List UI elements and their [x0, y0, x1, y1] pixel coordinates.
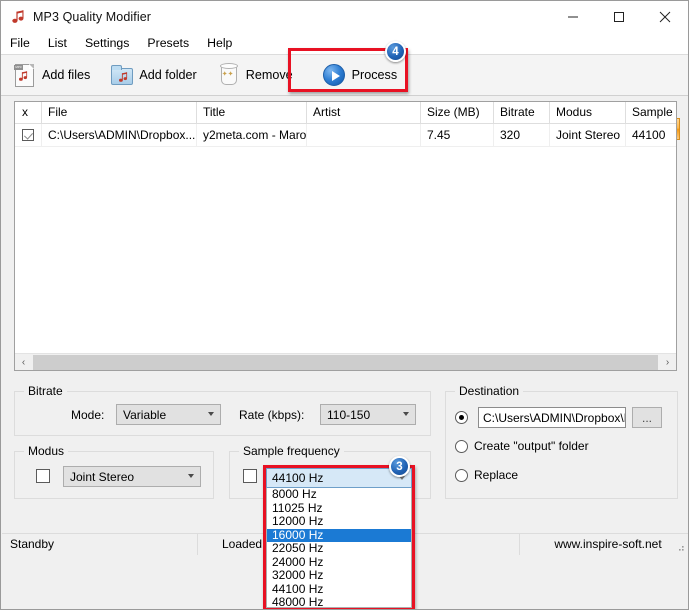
- cell-file: C:\Users\ADMIN\Dropbox...: [42, 124, 197, 146]
- status-state: Standby: [2, 533, 198, 555]
- file-list[interactable]: x File Title Artist Size (MB) Bitrate Mo…: [14, 101, 677, 371]
- destination-group: Destination C:\Users\ADMIN\Dropbox\PC ..…: [445, 384, 678, 499]
- table-row[interactable]: C:\Users\ADMIN\Dropbox... y2meta.com - M…: [15, 124, 676, 147]
- trash-icon: ✦✦: [217, 63, 239, 86]
- column-header-size[interactable]: Size (MB): [421, 102, 494, 123]
- mode-label: Mode:: [71, 408, 105, 422]
- sample-frequency-highlight-box: [263, 465, 415, 609]
- menu-item-presets[interactable]: Presets: [147, 36, 198, 50]
- window-title: MP3 Quality Modifier: [33, 9, 152, 24]
- bitrate-mode-value: Variable: [123, 407, 167, 422]
- column-header-modus[interactable]: Modus: [550, 102, 626, 123]
- window-controls: [550, 1, 688, 32]
- column-header-title[interactable]: Title: [197, 102, 307, 123]
- destination-create-output-radio[interactable]: [455, 439, 468, 453]
- file-list-header: x File Title Artist Size (MB) Bitrate Mo…: [15, 102, 676, 124]
- cell-title: y2meta.com - Maroo...: [197, 124, 307, 146]
- remove-button[interactable]: ✦✦ Remove: [209, 58, 301, 92]
- destination-legend: Destination: [455, 384, 524, 398]
- replace-label: Replace: [474, 468, 519, 482]
- menu-item-list[interactable]: List: [48, 36, 76, 50]
- step-badge-4: 4: [385, 41, 406, 62]
- destination-create-output-row[interactable]: Create "output" folder: [455, 439, 589, 453]
- cell-modus: Joint Stereo: [550, 124, 626, 146]
- column-header-sample-frequency[interactable]: Sample fr...: [626, 102, 676, 123]
- cell-sample-frequency: 44100: [632, 128, 666, 142]
- close-button[interactable]: [642, 1, 688, 32]
- resize-grip-icon[interactable]: [675, 542, 685, 552]
- browse-button[interactable]: ...: [632, 407, 662, 428]
- cell-size: 7.45: [421, 124, 494, 146]
- destination-path-row[interactable]: C:\Users\ADMIN\Dropbox\PC ...: [455, 407, 671, 428]
- chevron-down-icon: [208, 412, 214, 416]
- step-badge-3: 3: [389, 456, 410, 477]
- modus-group: Modus Joint Stereo: [14, 444, 214, 499]
- add-files-label: Add files: [42, 68, 91, 82]
- column-header-artist[interactable]: Artist: [307, 102, 421, 123]
- status-spacer: [400, 533, 520, 555]
- modus-value: Joint Stereo: [70, 469, 135, 484]
- bitrate-rate-value: 110-150: [327, 407, 371, 422]
- add-folder-button[interactable]: Add folder: [102, 58, 204, 92]
- destination-replace-row[interactable]: Replace: [455, 468, 518, 482]
- application-window: MP3 Quality Modifier File List Settings …: [0, 0, 689, 610]
- modus-legend: Modus: [24, 444, 69, 458]
- scrollbar-thumb[interactable]: [33, 354, 658, 370]
- destination-path-value: C:\Users\ADMIN\Dropbox\PC: [483, 410, 626, 425]
- scroll-right-icon[interactable]: ›: [659, 354, 676, 371]
- modus-select[interactable]: Joint Stereo: [63, 466, 201, 487]
- scroll-left-icon[interactable]: ‹: [15, 354, 32, 371]
- row-checkbox[interactable]: [22, 129, 34, 141]
- folder-icon: [110, 64, 134, 86]
- remove-label: Remove: [245, 68, 293, 82]
- destination-replace-radio[interactable]: [455, 468, 468, 482]
- destination-path-radio[interactable]: [455, 411, 468, 424]
- column-header-file[interactable]: File: [42, 102, 197, 123]
- cell-bitrate: 320: [494, 124, 550, 146]
- row-checkbox-cell[interactable]: [15, 124, 42, 146]
- minimize-button[interactable]: [550, 1, 596, 32]
- horizontal-scrollbar[interactable]: ‹ ›: [15, 353, 676, 370]
- bitrate-group: Bitrate Mode: Variable Rate (kbps): 110-…: [14, 384, 431, 436]
- title-bar: MP3 Quality Modifier: [1, 1, 688, 32]
- chevron-down-icon: [188, 474, 194, 478]
- menu-item-file[interactable]: File: [10, 36, 39, 50]
- browse-label: ...: [641, 410, 652, 425]
- column-header-bitrate[interactable]: Bitrate: [494, 102, 550, 123]
- add-files-button[interactable]: MP3 Add files: [5, 58, 98, 92]
- column-header-x[interactable]: x: [15, 102, 42, 123]
- music-note-icon: [10, 9, 26, 25]
- add-folder-label: Add folder: [139, 68, 197, 82]
- rate-label: Rate (kbps):: [239, 408, 305, 422]
- sample-frequency-enable-checkbox[interactable]: [243, 469, 257, 483]
- modus-enable-checkbox[interactable]: [36, 469, 50, 483]
- mp3-file-icon: MP3: [13, 64, 35, 87]
- status-website[interactable]: www.inspire-soft.net: [520, 534, 688, 555]
- bitrate-rate-select[interactable]: 110-150: [320, 404, 416, 425]
- sample-frequency-legend: Sample frequency: [239, 444, 344, 458]
- bitrate-legend: Bitrate: [24, 384, 67, 398]
- create-output-label: Create "output" folder: [474, 439, 589, 453]
- cell-artist: [307, 124, 421, 146]
- menu-item-help[interactable]: Help: [207, 36, 241, 50]
- menu-item-settings[interactable]: Settings: [85, 36, 138, 50]
- maximize-button[interactable]: [596, 1, 642, 32]
- music-note-glyph: [12, 9, 24, 23]
- destination-path-input[interactable]: C:\Users\ADMIN\Dropbox\PC: [478, 407, 626, 428]
- bitrate-mode-select[interactable]: Variable: [116, 404, 221, 425]
- chevron-down-icon: [403, 412, 409, 416]
